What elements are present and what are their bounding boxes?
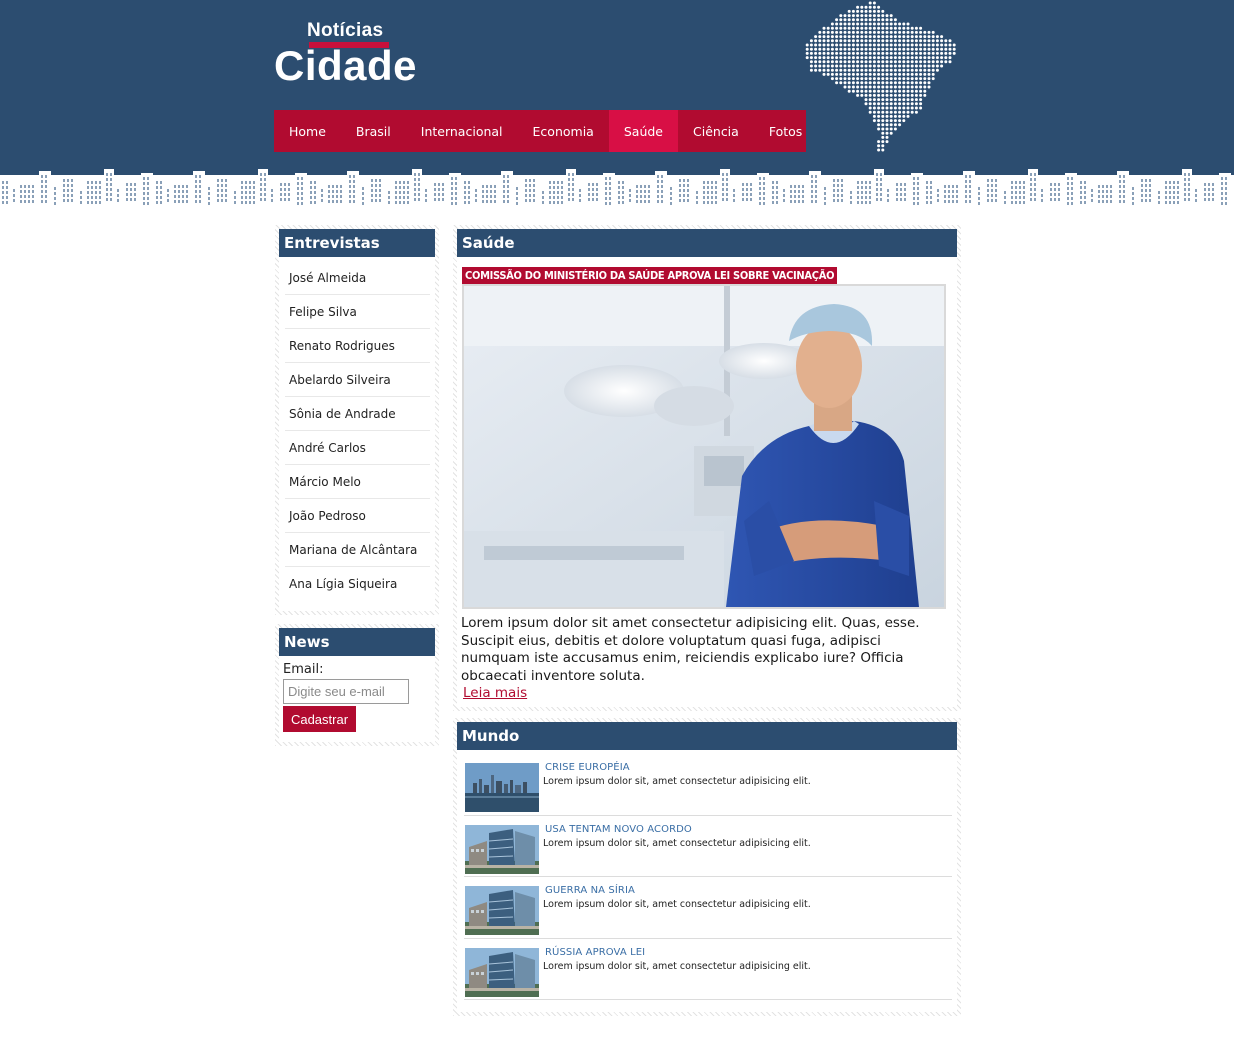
doctor-photo[interactable] xyxy=(462,284,946,609)
mundo-title: Mundo xyxy=(457,722,957,750)
mundo-list-item[interactable]: GUERRA NA SÍRIA Lorem ipsum dolor sit, am… xyxy=(464,877,952,939)
main-nav: Home Brasil Internacional Economia Saúde Ciên… xyxy=(274,110,806,152)
nav-item-brasil[interactable]: Brasil xyxy=(341,110,406,152)
nav-item-home[interactable]: Home xyxy=(274,110,341,152)
nav-item-economia[interactable]: Economia xyxy=(518,110,609,152)
entrevista-item[interactable]: Ana Lígia Siqueira xyxy=(285,567,430,601)
logo-small-text: Notícias xyxy=(307,20,384,41)
site-header: Notícias Cidade Home Brasil Internacional E… xyxy=(0,0,1234,165)
read-more-link[interactable]: Leia mais xyxy=(463,685,527,701)
entrevista-item[interactable]: Márcio Melo xyxy=(285,465,430,499)
mundo-list: CRISE EUROPÉIA Lorem ipsum dolor sit, ame… xyxy=(457,750,957,1000)
mundo-list-item[interactable]: RÚSSIA APROVA LEI Lorem ipsum dolor sit, … xyxy=(464,939,952,1000)
mundo-item-title[interactable]: GUERRA NA SÍRIA xyxy=(545,885,635,896)
brazil-map-icon xyxy=(805,1,956,152)
nav-item-saude[interactable]: Saúde xyxy=(608,110,678,152)
nav-item-ciencia[interactable]: Ciência xyxy=(678,110,754,152)
logo-big-text: Cidade xyxy=(274,42,418,89)
newsletter-form: Email: Cadastrar xyxy=(279,656,435,732)
entrevista-item[interactable]: José Almeida xyxy=(285,261,430,295)
office-buildings-photo[interactable] xyxy=(465,824,539,874)
entrevista-item[interactable]: André Carlos xyxy=(285,431,430,465)
mundo-item-desc: Lorem ipsum dolor sit, amet consectetur … xyxy=(543,960,811,972)
nav-item-fotos[interactable]: Fotos xyxy=(754,110,817,152)
email-field[interactable] xyxy=(283,679,409,704)
office-buildings-photo[interactable] xyxy=(465,886,539,935)
entrevista-item[interactable]: Mariana de Alcântara xyxy=(285,533,430,567)
city-skyline-photo[interactable] xyxy=(465,763,539,812)
saude-article-text: Lorem ipsum dolor sit amet consectetur a… xyxy=(461,615,920,684)
nav-item-internacional[interactable]: Internacional xyxy=(406,110,518,152)
newsletter-title: News xyxy=(279,628,435,656)
entrevistas-list: José Almeida Felipe Silva Renato Rodrigues… xyxy=(279,257,435,601)
mundo-item-title[interactable]: USA TENTAM NOVO ACORDO xyxy=(545,824,692,835)
entrevista-item[interactable]: Felipe Silva xyxy=(285,295,430,329)
mundo-item-desc: Lorem ipsum dolor sit, amet consectetur … xyxy=(543,837,811,849)
email-label: Email: xyxy=(283,662,324,677)
saude-title: Saúde xyxy=(457,229,957,257)
entrevista-item[interactable]: Sônia de Andrade xyxy=(285,397,430,431)
subscribe-button[interactable]: Cadastrar xyxy=(283,706,356,732)
saude-section: Saúde COMISSÃO DO MINISTÉRIO DA SAÚDE AP… xyxy=(453,225,961,711)
mundo-item-desc: Lorem ipsum dolor sit, amet consectetur … xyxy=(543,776,811,787)
entrevista-item[interactable]: Abelardo Silveira xyxy=(285,363,430,397)
mundo-list-item[interactable]: CRISE EUROPÉIA Lorem ipsum dolor sit, ame… xyxy=(464,754,952,816)
newsletter-panel: News Email: Cadastrar xyxy=(275,624,439,746)
entrevistas-title: Entrevistas xyxy=(279,229,435,257)
entrevistas-panel: Entrevistas José Almeida Felipe Silva Rena… xyxy=(275,225,439,615)
mundo-list-item[interactable]: USA TENTAM NOVO ACORDO Lorem ipsum dolor … xyxy=(464,816,952,877)
entrevista-item[interactable]: Renato Rodrigues xyxy=(285,329,430,363)
office-buildings-photo[interactable] xyxy=(465,947,539,997)
mundo-item-desc: Lorem ipsum dolor sit, amet consectetur … xyxy=(543,899,811,910)
entrevista-item[interactable]: João Pedroso xyxy=(285,499,430,533)
mundo-item-title[interactable]: RÚSSIA APROVA LEI xyxy=(545,947,645,958)
city-skyline-banner xyxy=(0,155,1234,213)
mundo-item-title[interactable]: CRISE EUROPÉIA xyxy=(545,762,630,773)
mundo-section: Mundo CRISE EUROPÉIA Lorem ipsum dolor si… xyxy=(453,718,961,1016)
site-logo[interactable]: Notícias Cidade xyxy=(274,18,424,90)
saude-headline[interactable]: COMISSÃO DO MINISTÉRIO DA SAÚDE APROVA L… xyxy=(462,267,838,284)
